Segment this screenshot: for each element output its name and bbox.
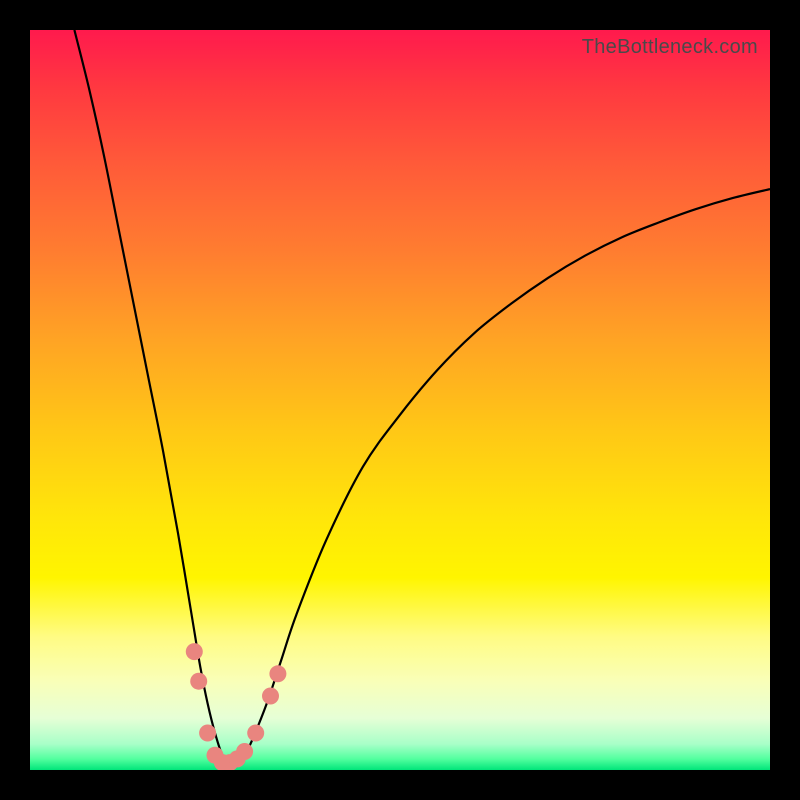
chart-frame: TheBottleneck.com <box>0 0 800 800</box>
marker-dot <box>262 688 279 705</box>
curve-markers <box>186 643 287 770</box>
marker-dot <box>236 743 253 760</box>
marker-dot <box>190 673 207 690</box>
marker-dot <box>199 725 216 742</box>
marker-dot <box>247 725 264 742</box>
marker-dot <box>186 643 203 660</box>
marker-dot <box>269 665 286 682</box>
bottleneck-curve <box>74 30 770 764</box>
plot-area: TheBottleneck.com <box>30 30 770 770</box>
curve-svg <box>30 30 770 770</box>
